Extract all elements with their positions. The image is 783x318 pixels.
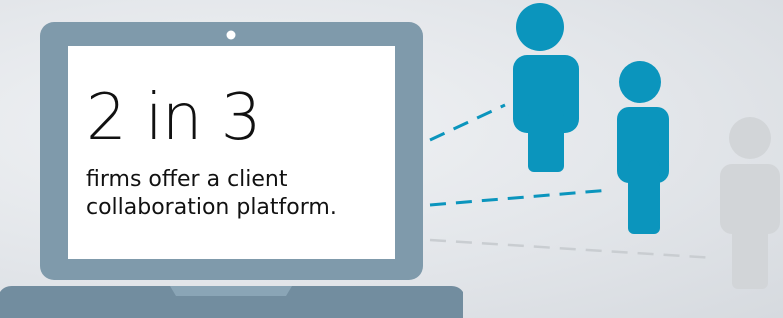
connection-line-bottom <box>429 238 716 260</box>
laptop-camera <box>226 30 236 40</box>
person-icon <box>513 3 579 172</box>
screen-content: 2 in 3 firms offer a client collaboratio… <box>86 86 406 222</box>
connection-line-top <box>429 103 506 142</box>
person-icon <box>617 61 669 234</box>
caption-line-1: firms offer a client <box>86 167 288 192</box>
laptop-trackpad-notch <box>170 286 292 296</box>
stat-headline: 2 in 3 <box>86 81 261 155</box>
connection-line-middle <box>429 188 611 207</box>
caption-line-2: collaboration platform. <box>86 195 337 220</box>
person-icon <box>720 117 780 289</box>
